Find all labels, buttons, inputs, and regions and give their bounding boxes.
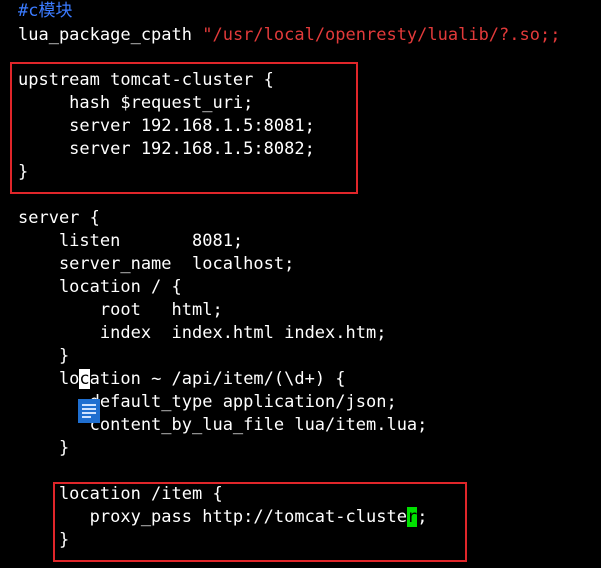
location-text-part1: lo (18, 369, 80, 389)
location-item-line: location /item { (18, 484, 223, 504)
location-root-close-line: } (18, 346, 70, 366)
root-line: root html; (18, 300, 223, 320)
upstream-close-line: } (18, 162, 29, 182)
location-item-close-line: } (18, 530, 70, 550)
location-api-item-line: location ~ /api/item/(\d+) { (18, 368, 346, 391)
default-type-line: default_type application/json; (18, 392, 397, 412)
hash-line: hash $request_uri; (18, 93, 254, 113)
proxy-pass-line: proxy_pass http://tomcat-cluster; (18, 506, 427, 529)
location-text-part2: ation ~ /api/item/(\d+) { (89, 369, 346, 389)
text-cursor[interactable]: c (79, 369, 90, 389)
semicolon-text: ; (417, 507, 428, 527)
location-api-close-line: } (18, 438, 70, 458)
listen-line: listen 8081; (18, 231, 244, 251)
location-root-line: location / { (18, 277, 182, 297)
server-8081-line: server 192.168.1.5:8081; (18, 116, 315, 136)
index-line: index index.html index.htm; (18, 323, 387, 343)
lua-package-cpath-line: lua_package_cpath "/usr/local/openresty/… (18, 24, 560, 47)
cpath-string: "/usr/local/openresty/lualib/?.so;; (202, 25, 561, 45)
insert-cursor[interactable]: r (406, 507, 418, 527)
server-block-line: server { (18, 208, 100, 228)
comment-line: #c模块 (18, 1, 73, 21)
server-8082-line: server 192.168.1.5:8082; (18, 139, 315, 159)
directive-text: lua_package_cpath (18, 25, 203, 45)
upstream-line: upstream tomcat-cluster { (18, 70, 274, 90)
document-icon[interactable] (78, 399, 100, 423)
proxy-pass-text: proxy_pass http://tomcat-cluste (18, 507, 407, 527)
server-name-line: server_name localhost; (18, 254, 295, 274)
